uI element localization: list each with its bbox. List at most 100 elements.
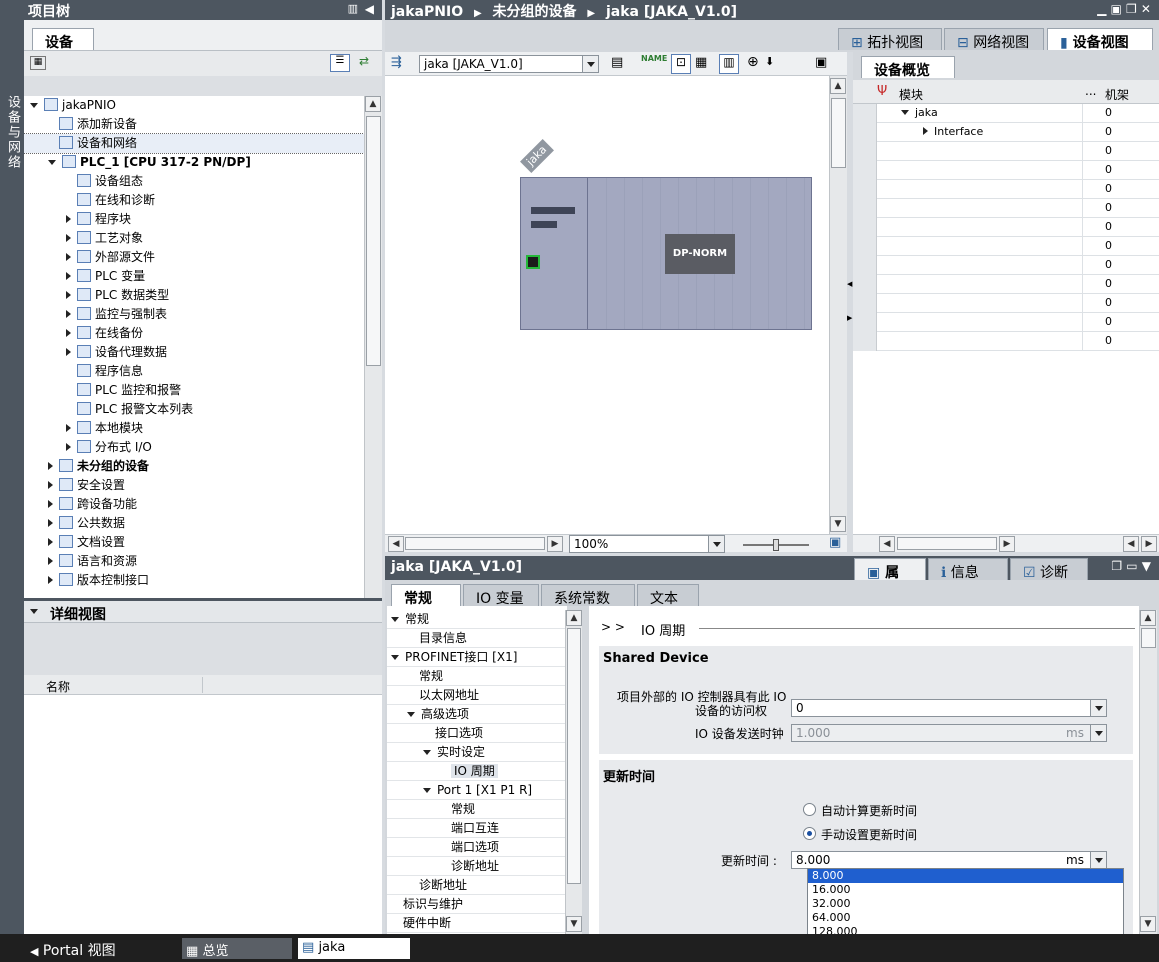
manual-update-label[interactable]: 手动设置更新时间 <box>821 826 917 843</box>
update-time-select[interactable]: 8.000 ms <box>791 851 1107 869</box>
tab-diagnostics[interactable]: ☑ 诊断 <box>1010 558 1088 581</box>
device-rack[interactable]: DP-NORM <box>520 177 812 330</box>
expand-right-icon[interactable] <box>66 424 71 432</box>
grid-icon[interactable]: ▦ <box>695 55 707 70</box>
table-row[interactable]: 0 <box>853 180 1159 199</box>
scroll-thumb[interactable] <box>1141 628 1156 648</box>
dropdown-option[interactable]: 64.000 <box>808 911 1123 925</box>
expand-down-icon[interactable] <box>407 712 415 717</box>
expand-right-icon[interactable] <box>48 576 53 584</box>
breadcrumb-item-device[interactable]: jaka [JAKA_V1.0] <box>606 4 737 20</box>
column-rack[interactable]: 机架 <box>1105 86 1129 103</box>
panel-pin-icon[interactable]: ▥ <box>348 2 358 15</box>
scroll-up-icon[interactable]: ▲ <box>830 78 846 94</box>
jaka-editor-button[interactable]: ▤ jaka <box>298 938 410 959</box>
table-view-icon[interactable]: ⊡ <box>671 54 691 74</box>
table-row[interactable]: 0 <box>853 313 1159 332</box>
tab-device-view[interactable]: ▮ 设备视图 <box>1047 28 1153 51</box>
tab-devices[interactable]: 设备 <box>32 28 94 51</box>
canvas-scrollbar-v[interactable]: ▲ ▼ <box>829 76 847 534</box>
tab-properties[interactable]: ▣ 属性 <box>854 558 926 601</box>
device-tool-icon[interactable]: ⇶ <box>391 55 402 70</box>
layout-icon[interactable]: ▥ <box>719 54 739 74</box>
tree-item[interactable]: 设备代理数据 <box>24 343 364 362</box>
dropdown-option[interactable]: 32.000 <box>808 897 1123 911</box>
port-icon[interactable] <box>526 255 540 269</box>
column-name[interactable]: 名称 <box>46 678 70 695</box>
scroll-up-icon[interactable]: ▲ <box>566 610 582 626</box>
tree-item[interactable]: 本地模块 <box>24 419 364 438</box>
zoom-slider-handle[interactable] <box>773 539 779 551</box>
content-scrollbar[interactable]: ▲ ▼ <box>1139 610 1157 934</box>
scroll-thumb[interactable] <box>567 628 581 884</box>
tree-item[interactable]: 跨设备功能 <box>24 495 364 514</box>
nav-item[interactable]: 高级选项 <box>387 705 565 724</box>
tree-item[interactable]: 设备和网络 <box>24 133 364 154</box>
table-row[interactable]: Interface 0 <box>853 123 1159 142</box>
zoom-select[interactable]: 100% <box>569 535 725 553</box>
column-module[interactable]: 模块 <box>899 86 923 103</box>
expand-right-icon[interactable] <box>48 481 53 489</box>
table-row[interactable]: 0 <box>853 199 1159 218</box>
h-scroll-thumb[interactable] <box>897 537 997 550</box>
table-row[interactable]: 0 <box>853 332 1159 351</box>
expand-right-icon[interactable] <box>66 329 71 337</box>
expand-right-icon[interactable] <box>48 519 53 527</box>
device-label-tag[interactable]: jaka <box>520 139 554 173</box>
access-select[interactable]: 0 <box>791 699 1107 717</box>
scroll-up-icon[interactable]: ▲ <box>1140 610 1156 626</box>
grid-view-icon[interactable]: ▦ <box>30 56 46 70</box>
h-scroll-thumb[interactable] <box>405 537 545 550</box>
breadcrumb-item-group[interactable]: 未分组的设备 <box>493 4 577 20</box>
tree-item[interactable]: 公共数据 <box>24 514 364 533</box>
tree-scrollbar[interactable]: ▲ <box>364 96 382 598</box>
expand-right-icon[interactable] <box>66 253 71 261</box>
expand-right-icon[interactable] <box>48 462 53 470</box>
expand-right-icon[interactable] <box>66 310 71 318</box>
inspector-tab[interactable]: 文本 <box>637 584 699 607</box>
name-icon[interactable]: NAME <box>641 54 667 63</box>
scroll-right-icon[interactable]: ▶ <box>999 536 1015 552</box>
tree-item[interactable]: PLC 数据类型 <box>24 286 364 305</box>
tree-item[interactable]: PLC_1 [CPU 317-2 PN/DP] <box>24 153 364 172</box>
scroll-up-icon[interactable]: ▲ <box>365 96 381 112</box>
window-controls-icon[interactable]: ▁ ▣ ❐ ✕ <box>1097 2 1151 16</box>
auto-update-radio[interactable] <box>803 803 816 816</box>
inspector-tab[interactable]: IO 变量 <box>463 584 539 607</box>
tree-item[interactable]: 分布式 I/O <box>24 438 364 457</box>
inspector-tab[interactable]: 常规 <box>391 584 461 607</box>
tree-item[interactable]: 版本控制接口 <box>24 571 364 590</box>
zoom-in-icon[interactable]: ⊕ <box>747 54 759 70</box>
table-row[interactable]: jaka 0 <box>853 104 1159 123</box>
tree-item[interactable]: 程序信息 <box>24 362 364 381</box>
chevron-down-icon[interactable] <box>582 56 598 72</box>
dropdown-option[interactable]: 8.000 <box>808 869 1123 883</box>
expand-right-icon[interactable] <box>66 215 71 223</box>
portal-view-button[interactable]: ◀ Portal 视图 <box>30 940 116 960</box>
list-view-icon[interactable]: ☰ <box>330 54 350 72</box>
scroll-thumb[interactable] <box>831 98 846 168</box>
zoom-slider[interactable] <box>743 539 809 551</box>
tree-item[interactable]: 设备组态 <box>24 172 364 191</box>
scroll-right-icon[interactable]: ▶ <box>547 536 563 552</box>
window-controls-icon[interactable]: ❐ ▭ ▼ <box>1111 559 1151 573</box>
nav-item[interactable]: 以太网地址 <box>387 686 565 705</box>
expand-right-icon[interactable] <box>48 500 53 508</box>
device-select[interactable]: jaka [JAKA_V1.0] <box>419 55 599 73</box>
expand-down-icon[interactable] <box>901 110 909 115</box>
table-row[interactable]: 0 <box>853 142 1159 161</box>
download-icon[interactable]: ⬇ <box>765 55 774 68</box>
expand-right-icon[interactable] <box>48 538 53 546</box>
table-row[interactable]: 0 <box>853 294 1159 313</box>
nav-item[interactable]: 目录信息 <box>387 629 565 648</box>
scroll-thumb[interactable] <box>366 116 381 366</box>
tree-item[interactable]: PLC 监控和报警 <box>24 381 364 400</box>
overview-icon[interactable]: ▣ <box>815 55 827 70</box>
auto-update-label[interactable]: 自动计算更新时间 <box>821 802 917 819</box>
nav-item[interactable]: 常规 <box>387 667 565 686</box>
expand-down-icon[interactable] <box>391 617 399 622</box>
tree-item[interactable]: 监控与强制表 <box>24 305 364 324</box>
tab-network-view[interactable]: ⊟ 网络视图 <box>944 28 1044 51</box>
scroll-left-icon[interactable]: ◀ <box>879 536 895 552</box>
expand-right-icon[interactable] <box>66 348 71 356</box>
